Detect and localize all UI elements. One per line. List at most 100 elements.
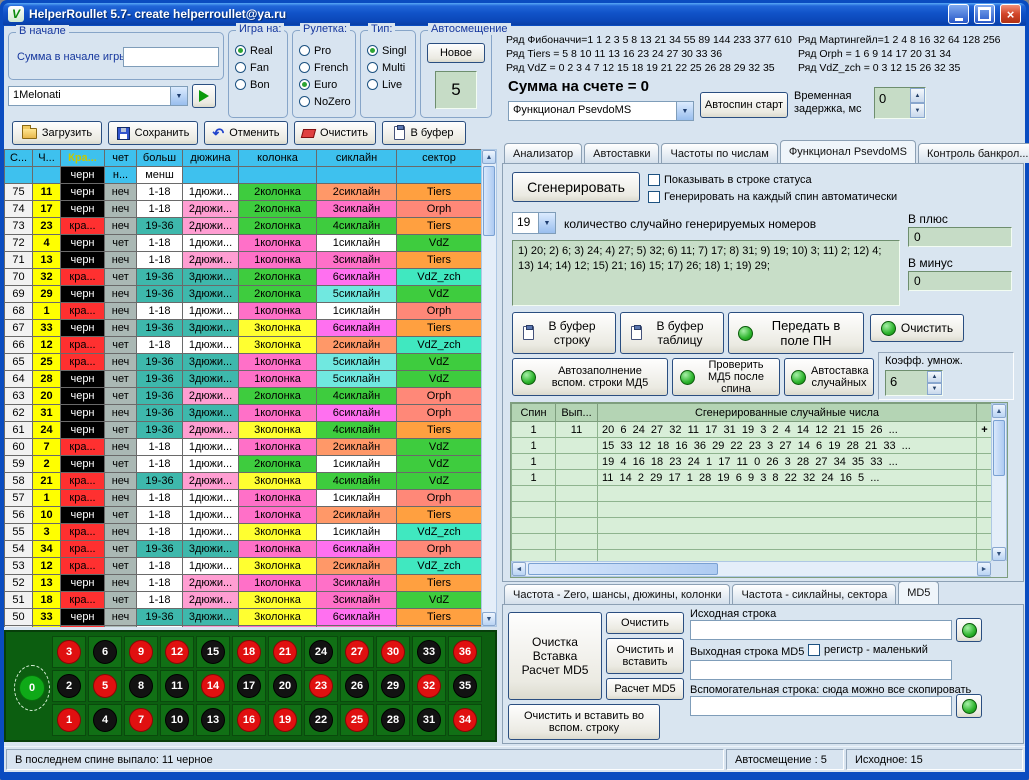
history-row[interactable]: 4916кра...чет1-182дюжи...1колонка3сиклай… [5,626,482,628]
board-cell[interactable]: 6 [88,636,122,668]
count-combobox[interactable]: 19 ▼ [512,212,556,234]
helper-globe-button[interactable] [956,694,982,718]
board-cell[interactable]: 24 [304,636,338,668]
radio-option-Singl[interactable]: Singl [361,42,415,59]
board-cell[interactable]: 2 [52,670,86,702]
board-cell[interactable]: 29 [376,670,410,702]
history-row[interactable]: 607кра...неч1-181дюжи...1колонка2сиклайн… [5,439,482,456]
tab-3[interactable]: Частоты по числам [661,143,777,163]
radio-selected-icon[interactable] [235,45,246,56]
board-cell[interactable]: 12 [160,636,194,668]
spin-down-icon[interactable]: ▼ [910,103,925,118]
scroll-left-icon[interactable]: ◄ [512,562,526,576]
gen-horizontal-scrollbar[interactable]: ◄ ► [511,561,992,577]
history-row[interactable]: 7113черннеч1-182дюжи...1колонка3сиклайнT… [5,252,482,269]
tab-5[interactable]: Контроль банкрол... [918,143,1029,163]
clear-paste-helper-button[interactable]: Очистить и вставить во вспом. строку [508,704,660,740]
board-number-23[interactable]: 23 [309,674,333,698]
autobet-button[interactable]: Автоставка случайных [784,358,874,396]
autospin-start-button[interactable]: Автоспин старт [700,92,788,118]
board-cell[interactable]: 32 [412,670,446,702]
board-cell[interactable]: 30 [376,636,410,668]
radio-icon[interactable] [299,62,310,73]
board-number-18[interactable]: 18 [237,640,261,664]
delay-spinner[interactable]: 0 ▲ ▼ [874,87,926,119]
board-number-22[interactable]: 22 [309,708,333,732]
buffer-line-button[interactable]: В буфер строку [512,312,616,354]
radio-option-Live[interactable]: Live [361,76,415,93]
transfer-button[interactable]: Передать в поле ПН [728,312,864,354]
radio-option-Bon[interactable]: Bon [229,76,287,93]
history-row[interactable]: 6525кра...неч19-363дюжи...1колонка5сикла… [5,354,482,371]
board-cell[interactable]: 27 [340,636,374,668]
board-cell[interactable]: 7 [124,704,158,736]
spin-up-icon[interactable]: ▲ [910,88,925,103]
scroll-down-icon[interactable]: ▼ [482,612,496,626]
board-cell[interactable]: 9 [124,636,158,668]
history-row[interactable]: 7417черннеч1-182дюжи...2колонка3сиклайнO… [5,201,482,218]
scroll-up-icon[interactable]: ▲ [482,150,496,164]
board-cell[interactable]: 35 [448,670,482,702]
board-number-1[interactable]: 1 [57,708,81,732]
history-row[interactable]: 7032кра...чет19-363дюжи...2колонка6сикла… [5,269,482,286]
history-row[interactable]: 6320чернчет19-362дюжи...2колонка4сиклайн… [5,388,482,405]
radio-option-French[interactable]: French [293,59,355,76]
radio-selected-icon[interactable] [299,79,310,90]
radio-option-Real[interactable]: Real [229,42,287,59]
radio-option-Multi[interactable]: Multi [361,59,415,76]
board-number-6[interactable]: 6 [93,640,117,664]
close-button[interactable]: × [1000,4,1021,24]
minimize-button[interactable] [948,4,969,24]
board-cell[interactable]: 22 [304,704,338,736]
radio-selected-icon[interactable] [367,45,378,56]
tab-2[interactable]: Автоставки [584,143,659,163]
checkbox-unchecked-icon[interactable] [808,644,820,656]
autofill-md5-button[interactable]: Автозаполнение вспом. строки МД5 [512,358,668,396]
chevron-down-icon[interactable]: ▼ [170,87,187,105]
history-row[interactable]: 6929черннеч19-363дюжи...2колонка5сиклайн… [5,286,482,303]
history-row[interactable]: 724чернчет1-181дюжи...1колонка1сиклайнVd… [5,235,482,252]
auto-generate-checkbox[interactable]: Генерировать на каждый спин автоматическ… [648,191,897,203]
board-number-14[interactable]: 14 [201,674,225,698]
board-cell[interactable]: 19 [268,704,302,736]
scroll-right-icon[interactable]: ► [977,562,991,576]
radio-icon[interactable] [299,45,310,56]
board-number-19[interactable]: 19 [273,708,297,732]
board-number-28[interactable]: 28 [381,708,405,732]
md5-clear-paste-button[interactable]: Очистить и вставить [606,638,684,674]
preset-combobox[interactable]: 1Melonati ▼ [8,86,188,106]
history-row[interactable]: 7323кра...неч19-362дюжи...2колонка4сикла… [5,218,482,235]
radio-icon[interactable] [299,96,310,107]
history-row[interactable]: 571кра...неч1-181дюжи...1колонка1сиклайн… [5,490,482,507]
history-row[interactable]: 6733черннеч19-363дюжи...3колонка6сиклайн… [5,320,482,337]
history-row[interactable]: 6428чернчет19-363дюжи...1колонка5сиклайн… [5,371,482,388]
radio-option-Pro[interactable]: Pro [293,42,355,59]
board-number-5[interactable]: 5 [93,674,117,698]
generate-button[interactable]: Сгенерировать [512,172,640,202]
koeff-spinner[interactable]: 6 ▲ ▼ [885,370,943,396]
scroll-thumb[interactable] [993,420,1005,476]
radio-icon[interactable] [367,62,378,73]
maximize-button[interactable] [974,4,995,24]
tab-3[interactable]: MD5 [898,581,939,604]
board-number-2[interactable]: 2 [57,674,81,698]
history-row[interactable]: 5434кра...чет19-363дюжи...1колонка6сикла… [5,541,482,558]
output-string-input[interactable] [690,660,952,680]
board-number-27[interactable]: 27 [345,640,369,664]
to-buffer-button[interactable]: В буфер [382,121,466,145]
history-row[interactable]: 5821кра...неч19-362дюжи...3колонка4сикла… [5,473,482,490]
board-cell[interactable]: 28 [376,704,410,736]
spin-up-icon[interactable]: ▲ [927,371,942,383]
board-number-10[interactable]: 10 [165,708,189,732]
start-sum-input[interactable] [123,47,219,67]
board-number-31[interactable]: 31 [417,708,441,732]
radio-option-NoZero[interactable]: NoZero [293,93,355,110]
board-number-20[interactable]: 20 [273,674,297,698]
history-row[interactable]: 6124чернчет19-362дюжи...3колонка4сиклайн… [5,422,482,439]
title-bar[interactable]: V HelperRoullet 5.7- create helperroulle… [3,3,1026,25]
board-cell[interactable]: 4 [88,704,122,736]
radio-option-Euro[interactable]: Euro [293,76,355,93]
gen-vertical-scrollbar[interactable]: ▲ ▼ [991,403,1007,562]
spin-down-icon[interactable]: ▼ [927,383,942,395]
board-number-36[interactable]: 36 [453,640,477,664]
